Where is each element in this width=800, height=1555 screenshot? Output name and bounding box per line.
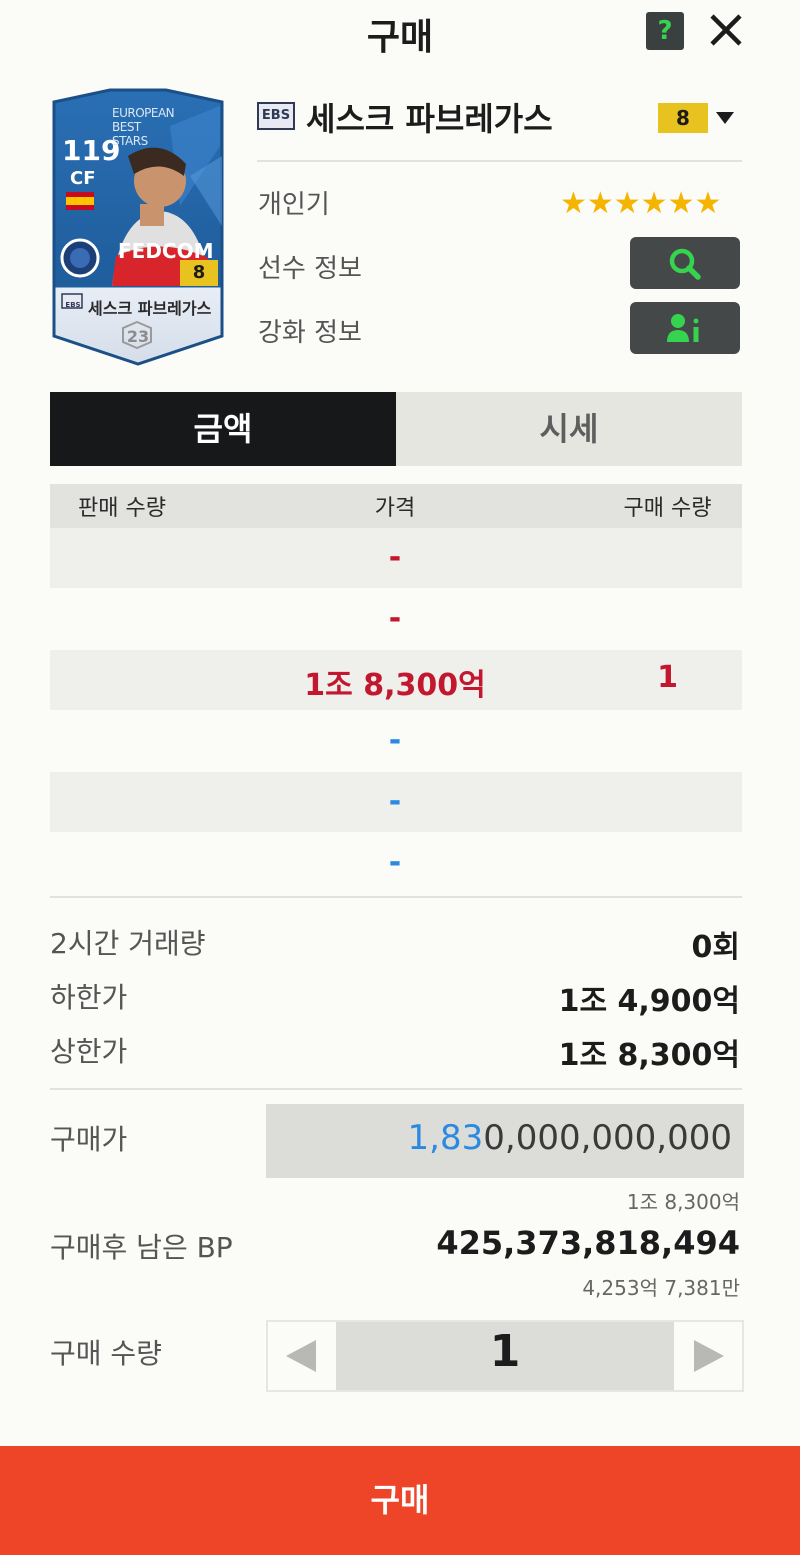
header-sell-qty: 판매 수량 bbox=[78, 496, 166, 521]
quantity-value: 1 bbox=[489, 1326, 521, 1377]
arrow-right-icon bbox=[694, 1340, 724, 1372]
popularity-label: 개인기 bbox=[258, 190, 330, 220]
divider bbox=[50, 896, 742, 898]
card-grade-badge: 8 bbox=[180, 260, 218, 286]
grade-select[interactable]: 8 bbox=[658, 103, 708, 133]
user-info-icon bbox=[667, 314, 699, 342]
row-price: - bbox=[388, 845, 402, 880]
row-price: - bbox=[388, 540, 402, 575]
purchase-price-label: 구매가 bbox=[50, 1123, 128, 1156]
trade-volume-value: 0회 bbox=[691, 930, 740, 965]
card-season-line: BEST STARS bbox=[112, 120, 148, 148]
player-info-label: 선수 정보 bbox=[258, 254, 362, 284]
card-season: EUROPEAN BEST STARS bbox=[112, 106, 175, 148]
lower-limit-value: 1조 4,900억 bbox=[558, 984, 740, 1019]
purchase-qty-label: 구매 수량 bbox=[50, 1337, 162, 1370]
card-season-line: EUROPEAN bbox=[112, 106, 175, 120]
row-price: - bbox=[388, 784, 402, 819]
purchase-price-rest: 0,000,000,000 bbox=[483, 1118, 732, 1158]
popularity-stars: ★★★★★★ bbox=[560, 186, 722, 221]
buy-button[interactable]: 구매 bbox=[0, 1446, 800, 1555]
divider bbox=[257, 160, 742, 162]
tab-market-price[interactable]: 시세 bbox=[396, 392, 742, 466]
lower-limit-label: 하한가 bbox=[50, 981, 128, 1014]
row-price: 1조 8,300억 bbox=[304, 668, 486, 703]
help-button[interactable]: ? bbox=[646, 12, 684, 50]
header-price: 가격 bbox=[374, 496, 416, 521]
increase-button[interactable] bbox=[674, 1322, 742, 1390]
upper-limit-value: 1조 8,300억 bbox=[558, 1038, 740, 1073]
dropdown-arrow-icon[interactable] bbox=[714, 110, 736, 126]
player-info-button[interactable] bbox=[630, 237, 740, 289]
enhance-info-label: 강화 정보 bbox=[258, 318, 362, 348]
row-price: - bbox=[388, 601, 402, 636]
card-player-name: 세스크 파브레가스 bbox=[88, 299, 212, 318]
upper-limit-label: 상한가 bbox=[50, 1035, 128, 1068]
remaining-bp-value: 425,373,818,494 bbox=[436, 1224, 740, 1262]
trade-volume-label: 2시간 거래량 bbox=[50, 927, 206, 960]
decrease-button[interactable] bbox=[268, 1322, 336, 1390]
header-buy-qty: 구매 수량 bbox=[623, 496, 712, 521]
card-season-badge: EBS bbox=[65, 301, 81, 309]
season-badge: EBS bbox=[257, 102, 295, 130]
purchase-price-short: 1조 8,300억 bbox=[626, 1190, 740, 1214]
purchase-price-highlight: 1,83 bbox=[407, 1118, 484, 1158]
remaining-bp-short: 4,253억 7,381만 bbox=[582, 1276, 740, 1300]
row-buy-qty: 1 bbox=[657, 660, 678, 695]
card-position: CF bbox=[70, 168, 96, 189]
player-name: 세스크 파브레가스 bbox=[306, 100, 553, 138]
enhance-info-button[interactable] bbox=[630, 302, 740, 354]
purchase-price-value: 1,830,000,000,000 bbox=[266, 1118, 732, 1158]
card-number: 23 bbox=[126, 327, 150, 346]
divider bbox=[50, 1088, 742, 1090]
close-icon[interactable] bbox=[704, 8, 748, 52]
arrow-left-icon bbox=[286, 1340, 316, 1372]
remaining-bp-label: 구매후 남은 BP bbox=[50, 1231, 233, 1264]
row-price: - bbox=[388, 723, 402, 758]
search-icon bbox=[669, 248, 701, 280]
tab-amount[interactable]: 금액 bbox=[50, 392, 396, 466]
